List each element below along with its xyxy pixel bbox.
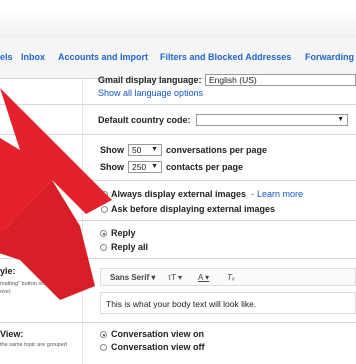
red-pointer-arrow-icon — [0, 88, 112, 300]
